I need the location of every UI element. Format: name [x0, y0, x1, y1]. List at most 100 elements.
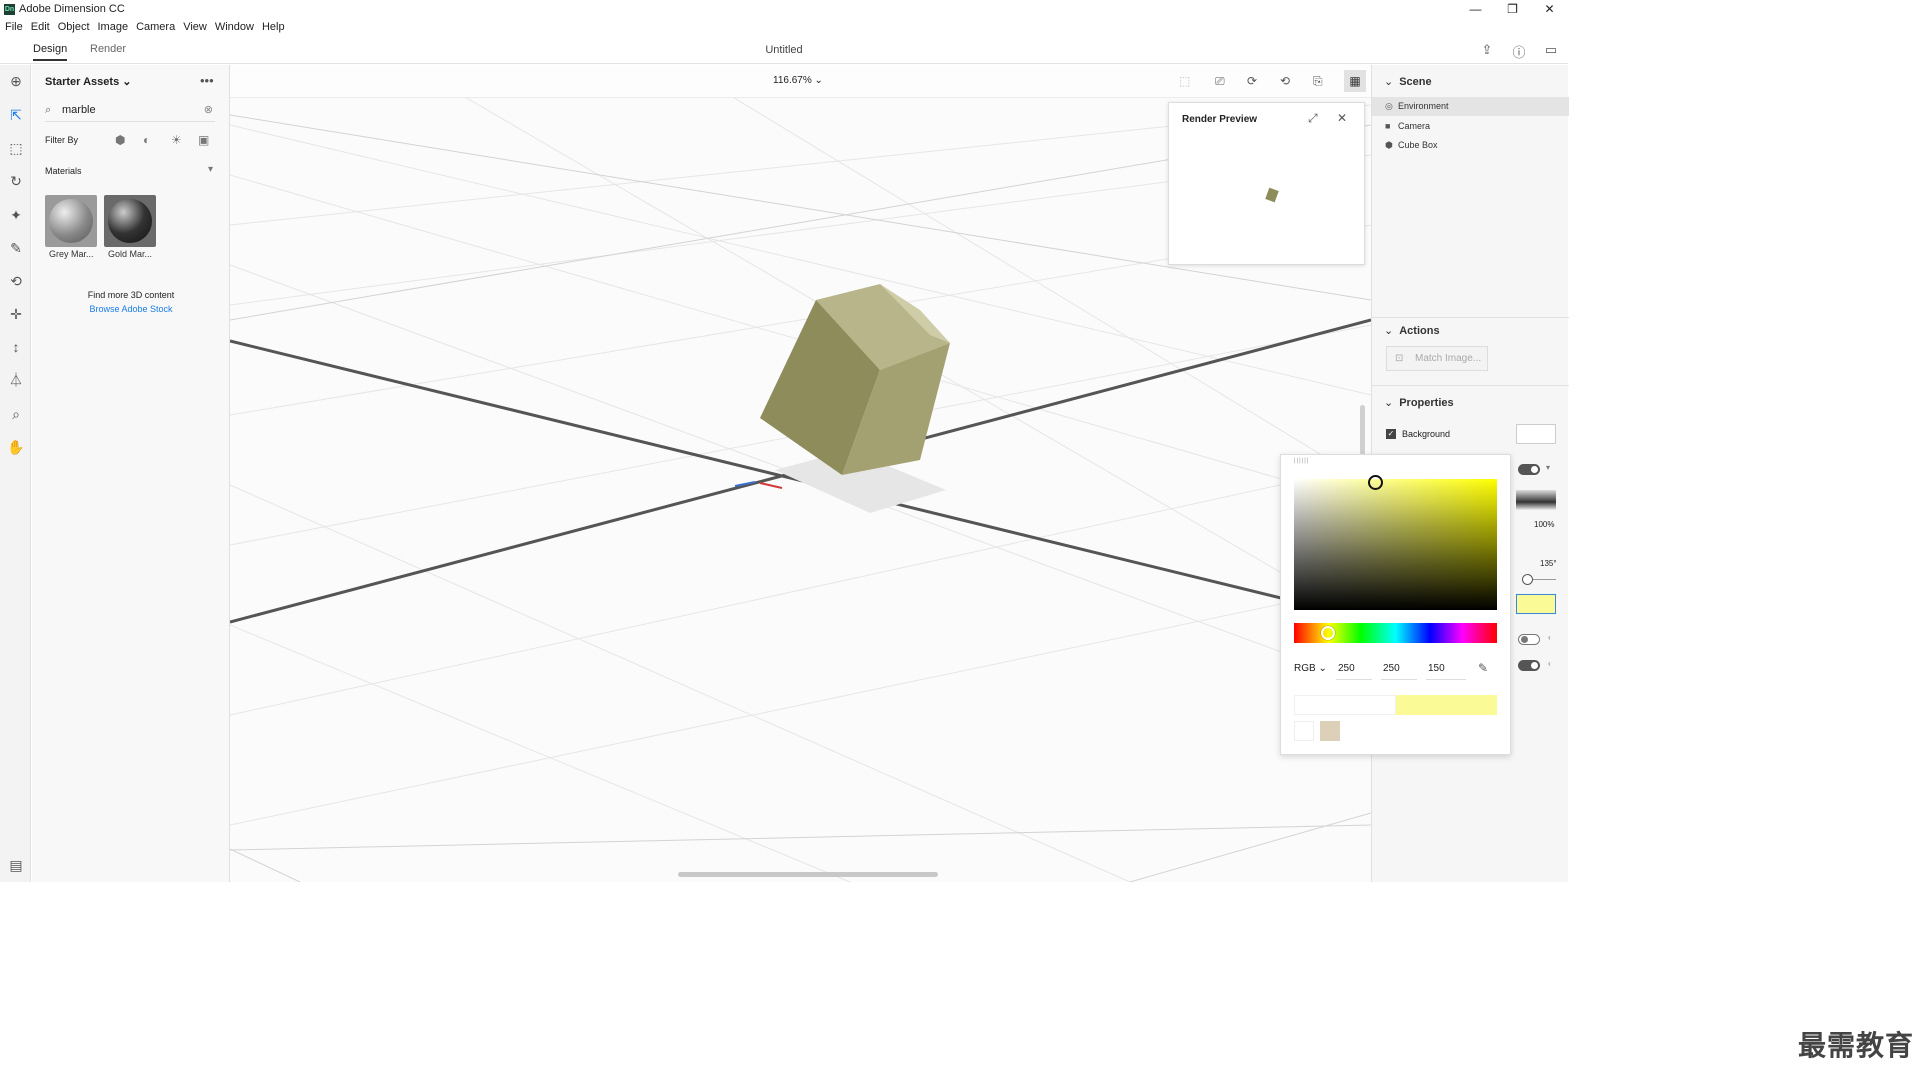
- scene-header[interactable]: Scene: [1384, 75, 1431, 88]
- saturation-handle[interactable]: [1368, 475, 1383, 490]
- scene-item-label: Camera: [1398, 121, 1431, 131]
- clear-search-icon[interactable]: ⊗: [204, 103, 213, 116]
- materials-category[interactable]: Materials: [45, 166, 82, 176]
- horizontal-scrollbar[interactable]: [678, 872, 938, 877]
- background-checkbox[interactable]: ✓: [1386, 429, 1396, 439]
- scene-item-cube-box[interactable]: ⬢ Cube Box: [1372, 136, 1569, 155]
- camera-icon: ■: [1385, 121, 1391, 131]
- horizon-icon[interactable]: ⏃: [6, 370, 26, 390]
- move-icon[interactable]: ✛: [6, 304, 26, 324]
- eyedropper-icon[interactable]: ✎: [1478, 661, 1488, 675]
- rotation-slider-handle[interactable]: [1522, 574, 1533, 585]
- environment-light-thumbnail[interactable]: [1516, 490, 1556, 510]
- hand-icon[interactable]: ✋: [6, 437, 26, 457]
- shadow-toggle[interactable]: [1518, 660, 1540, 671]
- match-image-button[interactable]: ⊡ Match Image...: [1386, 346, 1488, 371]
- orbit-icon[interactable]: ↻: [6, 171, 26, 191]
- select-icon[interactable]: ⇱: [6, 105, 26, 125]
- menu-window[interactable]: Window: [215, 21, 254, 33]
- assets-header-label: Starter Assets: [45, 76, 120, 88]
- rotation-value: 135°: [1540, 559, 1557, 568]
- bookmark-view-icon[interactable]: ⟲: [1280, 74, 1290, 88]
- color-mode-dropdown[interactable]: RGB ⌄: [1294, 663, 1327, 674]
- restore-button[interactable]: ❐: [1494, 0, 1531, 18]
- environment-icon: ◎: [1385, 101, 1393, 111]
- share-icon[interactable]: ⇪: [1478, 42, 1496, 60]
- tab-design[interactable]: Design: [33, 43, 68, 61]
- category-chevron-icon[interactable]: ▾: [208, 164, 213, 175]
- menu-help[interactable]: Help: [262, 21, 285, 33]
- current-color: [1396, 695, 1497, 715]
- magic-wand-icon[interactable]: ✦: [6, 205, 26, 225]
- menu-image[interactable]: Image: [98, 21, 129, 33]
- assets-header[interactable]: Starter Assets ⌄: [45, 75, 131, 88]
- minimize-button[interactable]: —: [1457, 0, 1494, 18]
- model-icon: ⬢: [1385, 140, 1393, 150]
- tool-bar: ⊕ ⇱ ⬚ ↻ ✦ ✎ ⟲ ✛ ↕ ⏃ ⌕ ✋ ▤: [0, 65, 31, 882]
- help-icon[interactable]: ⓘ: [1510, 42, 1528, 60]
- pan-icon[interactable]: ⟲: [6, 271, 26, 291]
- menu-view[interactable]: View: [183, 21, 207, 33]
- menu-file[interactable]: File: [5, 21, 23, 33]
- background-label: Background: [1402, 429, 1451, 439]
- render-preview-title: Render Preview: [1182, 114, 1258, 125]
- model-filter-icon[interactable]: ⬢: [115, 133, 125, 147]
- cube-box[interactable]: [760, 284, 950, 475]
- actions-header[interactable]: Actions: [1384, 324, 1439, 337]
- close-button[interactable]: ✕: [1531, 0, 1568, 18]
- dolly-icon[interactable]: ↕: [6, 337, 26, 357]
- more-options-icon[interactable]: •••: [200, 73, 214, 88]
- magic-select-icon[interactable]: ⬚: [6, 138, 26, 158]
- background-color-swatch[interactable]: [1516, 424, 1556, 444]
- search-box[interactable]: ⌕ marble ⊗: [45, 102, 215, 122]
- properties-header[interactable]: Properties: [1384, 396, 1453, 409]
- tab-render[interactable]: Render: [90, 43, 126, 55]
- asset-grey-marble[interactable]: [45, 195, 97, 247]
- frame-icon[interactable]: ⬚: [1179, 74, 1190, 88]
- zoom-icon[interactable]: ⌕: [6, 404, 26, 424]
- zoom-chevron-icon: ⌄: [814, 75, 823, 86]
- lighting-dropdown-icon[interactable]: ▾: [1546, 463, 1550, 472]
- scene-item-label: Cube Box: [1398, 140, 1438, 150]
- asset-gold-marble-label: Gold Mar...: [108, 249, 153, 259]
- scene-item-camera[interactable]: ■ Camera: [1372, 117, 1569, 136]
- ground-expand-icon[interactable]: ‹: [1548, 633, 1551, 642]
- material-filter-icon[interactable]: ◐: [143, 133, 150, 147]
- close-preview-icon[interactable]: ✕: [1337, 111, 1347, 125]
- red-input[interactable]: 250: [1336, 658, 1372, 680]
- rotate-view-icon[interactable]: ⟳: [1247, 74, 1257, 88]
- menu-edit[interactable]: Edit: [31, 21, 50, 33]
- menu-object[interactable]: Object: [58, 21, 90, 33]
- hue-handle[interactable]: [1321, 626, 1335, 640]
- swatch-white[interactable]: [1294, 721, 1314, 741]
- menu-camera[interactable]: Camera: [136, 21, 175, 33]
- feedback-icon[interactable]: ▭: [1542, 42, 1560, 60]
- blue-input[interactable]: 150: [1426, 658, 1466, 680]
- zoom-level[interactable]: 116.67% ⌄: [773, 75, 823, 86]
- green-input[interactable]: 250: [1381, 658, 1417, 680]
- vertical-scrollbar[interactable]: [1360, 405, 1365, 455]
- camera-view-icon[interactable]: ⎚: [1215, 74, 1225, 89]
- browse-stock-link[interactable]: Browse Adobe Stock: [32, 304, 230, 314]
- expand-icon[interactable]: ⤢: [1308, 111, 1318, 126]
- layers-panel-icon[interactable]: ▤: [6, 855, 26, 875]
- light-filter-icon[interactable]: ☀: [171, 133, 182, 147]
- ground-plane-toggle[interactable]: [1518, 634, 1540, 645]
- app-logo: Dn: [4, 3, 15, 15]
- image-filter-icon[interactable]: ▣: [198, 133, 209, 147]
- asset-gold-marble[interactable]: [104, 195, 156, 247]
- shadow-expand-icon[interactable]: ‹: [1548, 659, 1551, 668]
- swatch-beige[interactable]: [1320, 721, 1340, 741]
- lighting-toggle[interactable]: [1518, 464, 1540, 475]
- render-preview-toggle-icon[interactable]: ▦: [1344, 70, 1366, 92]
- grey-marble-preview: [49, 199, 93, 243]
- saturation-value-field[interactable]: [1294, 479, 1497, 610]
- match-image-label: Match Image...: [1415, 353, 1482, 364]
- sampler-icon[interactable]: ✎: [6, 238, 26, 258]
- light-color-swatch[interactable]: [1516, 594, 1556, 614]
- add-icon[interactable]: ⊕: [6, 71, 26, 91]
- camera-bookmark-icon[interactable]: ⎘: [1313, 74, 1323, 89]
- scene-item-environment[interactable]: ◎ Environment: [1372, 97, 1569, 116]
- search-input[interactable]: marble: [62, 104, 96, 116]
- drag-handle-icon[interactable]: ||||||: [1294, 458, 1309, 464]
